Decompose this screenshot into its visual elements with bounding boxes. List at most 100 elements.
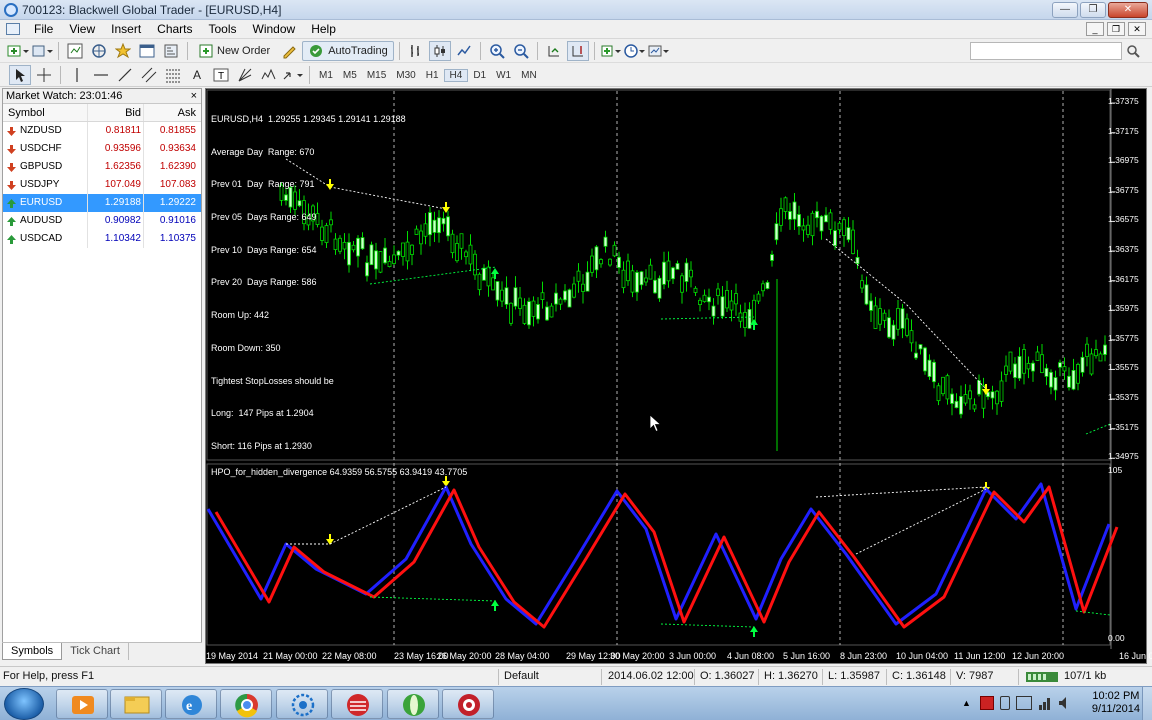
tray-network-icon[interactable]	[1038, 696, 1052, 710]
crosshair-icon[interactable]	[33, 65, 55, 85]
tray-volume-icon[interactable]	[1058, 696, 1072, 710]
date-tick-label: 11 Jun 12:00	[954, 651, 1006, 661]
search-input[interactable]	[970, 42, 1122, 60]
tray-expand-icon[interactable]: ▲	[962, 698, 971, 708]
strategy-tester-icon[interactable]	[160, 41, 182, 61]
mdi-close-button[interactable]: ✕	[1128, 22, 1146, 36]
tab-tick-chart[interactable]: Tick Chart	[62, 643, 129, 660]
vertical-line-icon[interactable]	[66, 65, 88, 85]
cursor-icon[interactable]	[9, 65, 31, 85]
gann-icon[interactable]	[234, 65, 256, 85]
text-tool-icon[interactable]: A	[186, 65, 208, 85]
tray-antivirus-icon[interactable]	[980, 696, 994, 710]
chrome-taskbar-icon[interactable]	[220, 689, 272, 719]
bear-candle	[909, 330, 914, 344]
restore-button[interactable]: ❐	[1080, 2, 1106, 18]
auto-scroll-icon[interactable]	[543, 41, 565, 61]
menu-tools[interactable]: Tools	[201, 20, 245, 39]
text-label-icon[interactable]: T	[210, 65, 232, 85]
timeframe-w1[interactable]: W1	[491, 70, 516, 81]
trendline-icon[interactable]	[114, 65, 136, 85]
timeframe-m15[interactable]: M15	[362, 70, 391, 81]
column-ask[interactable]: Ask	[143, 104, 199, 121]
menu-window[interactable]: Window	[245, 20, 304, 39]
taskbar-clock[interactable]: 10:02 PM 9/11/2014	[1092, 690, 1140, 716]
timeframe-m30[interactable]: M30	[391, 70, 420, 81]
market-watch-row[interactable]: EURUSD 1.29188 1.29222	[3, 194, 201, 212]
market-watch-row[interactable]: NZDUSD 0.81811 0.81855	[3, 122, 201, 140]
timeframe-m1[interactable]: M1	[314, 70, 338, 81]
chart-document-icon[interactable]	[6, 23, 20, 35]
navigator-icon[interactable]	[112, 41, 134, 61]
fibonacci-icon[interactable]	[162, 65, 184, 85]
metaeditor-icon[interactable]	[278, 41, 300, 61]
market-watch-row[interactable]: GBPUSD 1.62356 1.62390	[3, 158, 201, 176]
indicators-icon[interactable]	[600, 41, 622, 61]
close-button[interactable]: ✕	[1108, 2, 1148, 18]
mdi-minimize-button[interactable]: _	[1086, 22, 1104, 36]
terminal-icon[interactable]	[136, 41, 158, 61]
trading-app-ruby-taskbar-icon[interactable]	[442, 689, 494, 719]
blackwell-trader-taskbar-icon[interactable]	[276, 689, 328, 719]
market-watch-row[interactable]: AUDUSD 0.90982 0.91016	[3, 212, 201, 230]
column-bid[interactable]: Bid	[87, 104, 143, 121]
tray-battery-icon[interactable]	[1016, 696, 1032, 710]
timeframe-m5[interactable]: M5	[338, 70, 362, 81]
internet-explorer-taskbar-icon[interactable]: e	[165, 689, 217, 719]
bull-candle	[855, 257, 860, 265]
chart-shift-icon[interactable]	[566, 41, 589, 61]
market-watch-row[interactable]: USDCAD 1.10342 1.10375	[3, 230, 201, 248]
auto-trading-button[interactable]: AutoTrading	[302, 41, 394, 61]
equidistant-channel-icon[interactable]	[138, 65, 160, 85]
menu-view[interactable]: View	[61, 20, 103, 39]
periods-icon[interactable]	[623, 41, 646, 61]
menu-help[interactable]: Help	[303, 20, 344, 39]
mdi-restore-button[interactable]: ❐	[1107, 22, 1125, 36]
svg-text:T: T	[218, 71, 224, 82]
sell-arrow-icon	[442, 476, 450, 487]
column-symbol[interactable]: Symbol	[3, 104, 87, 121]
templates-icon[interactable]	[648, 41, 670, 61]
menu-charts[interactable]: Charts	[149, 20, 200, 39]
timeframe-h1[interactable]: H1	[421, 70, 444, 81]
search-icon[interactable]	[1126, 44, 1140, 58]
candlestick-icon[interactable]	[428, 41, 451, 61]
market-watch-panel: Market Watch: 23:01:46 × Symbol Bid Ask …	[2, 88, 202, 660]
trading-app-red-taskbar-icon[interactable]	[331, 689, 383, 719]
menu-file[interactable]: File	[26, 20, 61, 39]
market-watch-row[interactable]: USDCHF 0.93596 0.93634	[3, 140, 201, 158]
profiles-button[interactable]	[31, 41, 53, 61]
tray-device-icon[interactable]	[1000, 696, 1010, 710]
timeframe-d1[interactable]: D1	[468, 70, 491, 81]
arrows-icon[interactable]	[282, 65, 304, 85]
new-chart-button[interactable]	[7, 41, 29, 61]
media-player-taskbar-icon[interactable]	[56, 689, 108, 719]
timeframe-mn[interactable]: MN	[516, 70, 542, 81]
elliott-wave-icon[interactable]	[258, 65, 280, 85]
show-desktop-button[interactable]	[1142, 687, 1152, 720]
chart-window[interactable]: EURUSD,H4 1.29255 1.29345 1.29141 1.2918…	[205, 88, 1152, 664]
minimize-button[interactable]: —	[1052, 2, 1078, 18]
symbol-cell: GBPUSD	[3, 158, 87, 176]
bear-candle	[558, 298, 563, 305]
zoom-out-icon[interactable]	[510, 41, 532, 61]
zoom-in-icon[interactable]	[486, 41, 508, 61]
horizontal-line-icon[interactable]	[90, 65, 112, 85]
bull-candle	[846, 227, 851, 241]
market-watch-close-button[interactable]: ×	[191, 89, 197, 104]
market-watch-toggle-icon[interactable]	[64, 41, 86, 61]
explorer-taskbar-icon[interactable]	[110, 689, 162, 719]
start-button[interactable]	[4, 688, 44, 720]
market-watch-row[interactable]: USDJPY 107.049 107.083	[3, 176, 201, 194]
data-window-icon[interactable]	[88, 41, 110, 61]
bar-chart-icon[interactable]	[405, 41, 427, 61]
indicator-panel-frame	[206, 463, 1111, 646]
new-order-button[interactable]: New Order	[193, 41, 276, 61]
trading-app-green-taskbar-icon[interactable]	[387, 689, 439, 719]
date-tick-label: 12 Jun 20:00	[1012, 651, 1065, 661]
bull-candle	[887, 317, 891, 338]
tab-symbols[interactable]: Symbols	[2, 643, 63, 660]
line-chart-icon[interactable]	[453, 41, 475, 61]
menu-insert[interactable]: Insert	[103, 20, 149, 39]
timeframe-h4[interactable]: H4	[443, 68, 469, 82]
